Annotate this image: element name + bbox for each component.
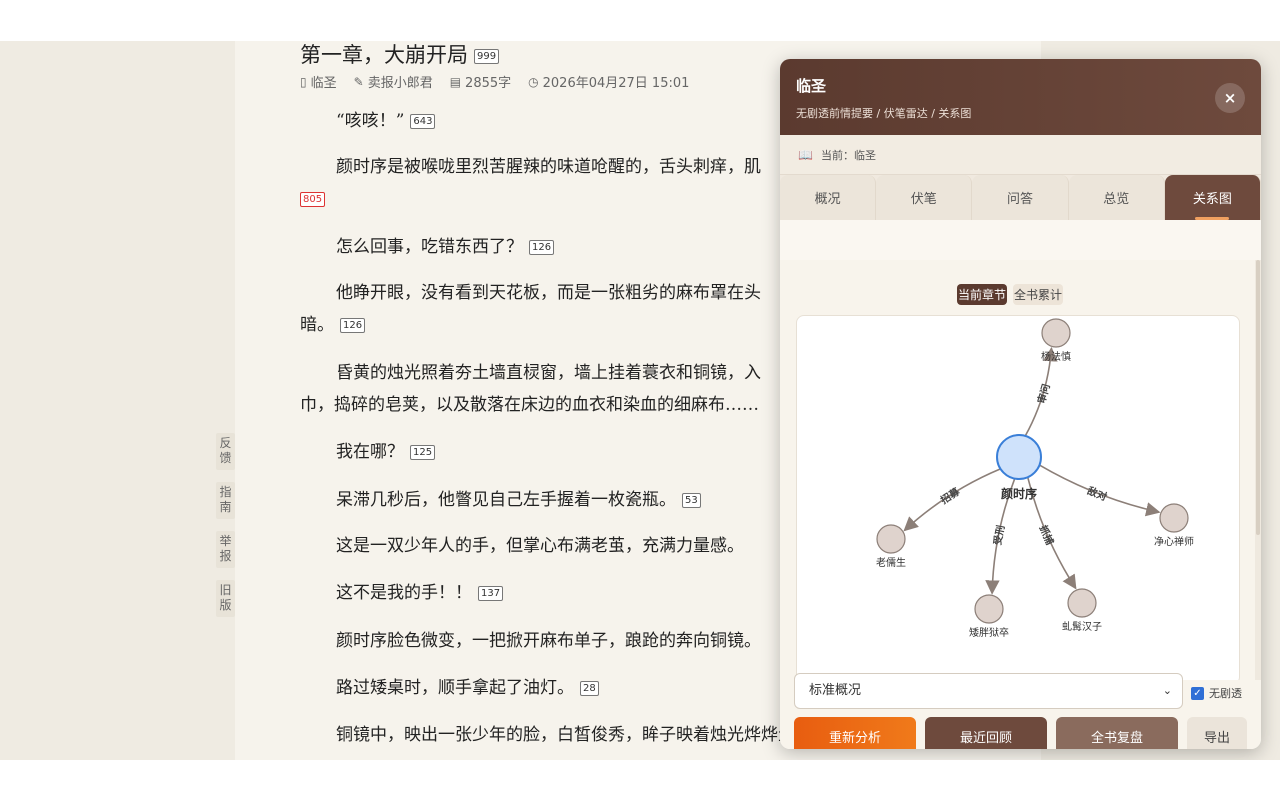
tab-qa[interactable]: 问答 [972,175,1069,220]
paragraph-text: 我在哪？ [336,442,404,462]
paragraph-text: 呆滞几秒后，他瞥见自己左手握着一枚瓷瓶。 [336,490,676,510]
character-name: 矮胖狱卒 [969,626,1009,639]
tab-relation-graph[interactable]: 关系图 [1164,175,1261,220]
tab-foreshadow[interactable]: 伏笔 [876,175,973,220]
comment-count-badge[interactable]: 126 [529,240,555,255]
relation-edge [1039,464,1161,517]
meta-author-text: 卖报小郎君 [367,76,433,91]
meta-words-text: 2855字 [465,76,512,91]
scrollbar-thumb[interactable] [1256,260,1260,535]
character-node[interactable] [1067,588,1097,618]
chapter-title: 第一章，大崩开局 999 [300,41,500,69]
summary-mode-select[interactable]: 标准概况 ⌄ [794,673,1183,709]
meta-date-text: 2026年04月27日 15:01 [542,76,690,91]
character-node[interactable] [876,524,906,554]
character-name: 净心禅师 [1154,535,1194,548]
recent-review-button[interactable]: 最近回顾 [925,717,1047,749]
comment-count-badge[interactable]: 125 [410,445,436,460]
paragraph-text: 昏黄的烛光照着夯土墙直棂窗，墙上挂着蓑衣和铜镜，入 [336,363,761,383]
meta-book-text: 临圣 [310,76,337,91]
paragraph-text: 颜时序脸色微变，一把掀开麻布单子，踉跄的奔向铜镜。 [336,631,761,651]
relation-graph: 审问敌对 招募受刑 抓捕 杨法慎净心禅师老儒生矮胖狱卒 虬髯汉子 颜时序 [796,315,1240,685]
relation-label: 敌对 [1086,484,1109,503]
center-character-name: 颜时序 [1001,486,1037,501]
paragraph-text: “咳咳！” [336,111,405,131]
book-open-icon: 📖 [798,147,813,162]
word-count-icon: ▤ [449,74,462,89]
character-name: 老儒生 [876,556,906,569]
panel-body: 当前章节 全书累计 审问敌对 招募受刑 抓捕 杨法慎净心禅师老儒生矮胖狱卒 虬髯汉子 颜… [780,260,1261,685]
character-name: 杨法慎 [1041,350,1071,363]
panel-header: 临圣 无剧透前情提要 / 伏笔雷达 / 关系图 × [780,59,1261,135]
paragraph-text: 他睁开眼，没有看到天花板，而是一张粗劣的麻布罩在头 [336,283,761,303]
panel-subtitle: 无剧透前情提要 / 伏笔雷达 / 关系图 [796,107,972,120]
relation-label: 受刑 [991,524,1008,546]
full-book-review-button[interactable]: 全书复盘 [1056,717,1178,749]
current-book-row: 📖 当前：临圣 [780,135,1261,175]
paragraph-text: 巾，捣碎的皂荚，以及散落在床边的血衣和染血的细麻布…… [300,395,759,415]
analysis-panel: 临圣 无剧透前情提要 / 伏笔雷达 / 关系图 × 📖 当前：临圣 概况 伏笔 … [780,59,1261,749]
export-button[interactable]: 导出 [1187,717,1247,749]
tab-summary[interactable]: 总览 [1068,175,1165,220]
panel-tabs: 概况 伏笔 问答 总览 关系图 [780,175,1261,220]
close-button[interactable]: × [1215,83,1245,113]
report-button[interactable]: 举报 [216,531,235,568]
side-toolbar: 反馈 指南 举报 旧版 [216,433,235,617]
tab-overview[interactable]: 概况 [780,175,877,220]
paragraph-text: 路过矮桌时，顺手拿起了油灯。 [336,678,574,698]
reanalyze-button[interactable]: 重新分析 [794,717,916,749]
relation-label: 审问 [1035,382,1053,405]
scope-current-chapter[interactable]: 当前章节 [957,284,1008,305]
character-name: 虬髯汉子 [1062,621,1102,633]
current-book-label: 当前：临圣 [820,148,876,162]
pen-icon: ✎ [353,74,364,89]
center-character-node[interactable] [996,434,1042,480]
comment-count-badge[interactable]: 53 [682,493,701,508]
clock-icon: ◷ [528,74,539,89]
checkbox-checked-icon[interactable]: ✓ [1191,686,1204,700]
no-spoiler-label: 无剧透 [1209,687,1242,700]
chapter-meta: ▯ 临圣 ✎ 卖报小郎君 ▤ 2855字 ◷ 2026年04月27日 15:01 [300,72,690,92]
chevron-down-icon: ⌄ [1162,684,1172,697]
no-spoiler-toggle[interactable]: ✓ 无剧透 [1191,685,1242,701]
comment-count-badge[interactable]: 137 [478,586,504,601]
character-node[interactable] [974,594,1004,624]
panel-title: 临圣 [796,77,827,95]
character-node[interactable] [1159,503,1189,533]
panel-scrollbar[interactable] [1255,260,1261,680]
scope-toggle: 当前章节 全书累计 [957,284,1064,305]
panel-footer: 标准概况 ⌄ ✓ 无剧透 重新分析 最近回顾 全书复盘 导出 [780,673,1261,749]
book-icon: ▯ [300,74,307,89]
paragraph-text: 怎么回事，吃错东西了？ [336,237,523,257]
guide-button[interactable]: 指南 [216,482,235,519]
comment-count-badge[interactable]: 643 [410,114,436,129]
meta-words: ▤ 2855字 [449,72,512,92]
paragraph-text: 这是一双少年人的手，但掌心布满老茧，充满力量感。 [336,536,744,556]
comment-count-badge[interactable]: 28 [580,681,599,696]
relation-label: 招募 [938,484,963,506]
old-version-button[interactable]: 旧版 [216,580,235,617]
summary-mode-value: 标准概况 [809,683,862,698]
chapter-title-text: 第一章，大崩开局 [300,43,468,67]
app-viewport: 第一章，大崩开局 999 ▯ 临圣 ✎ 卖报小郎君 ▤ 2855字 ◷ 2026年04月2… [0,41,1280,760]
comment-count-badge[interactable]: 999 [474,49,500,64]
feedback-button[interactable]: 反馈 [216,433,235,470]
paragraph-text: 这不是我的手！！ [336,583,472,603]
paragraph-text: 颜时序是被喉咙里烈苦腥辣的味道呛醒的，舌头刺痒，肌 [336,157,761,177]
comment-count-badge[interactable]: 805 [300,192,326,207]
character-node[interactable] [1041,318,1071,348]
relation-label: 抓捕 [1037,523,1057,547]
action-buttons: 重新分析 最近回顾 全书复盘 导出 [794,717,1247,749]
meta-author[interactable]: ✎ 卖报小郎君 [353,72,433,92]
meta-book[interactable]: ▯ 临圣 [300,72,337,92]
meta-date: ◷ 2026年04月27日 15:01 [528,72,690,92]
comment-count-badge[interactable]: 126 [340,318,366,333]
relation-graph-svg: 审问敌对 招募受刑 抓捕 杨法慎净心禅师老儒生矮胖狱卒 虬髯汉子 颜时序 [876,318,1194,639]
scope-whole-book[interactable]: 全书累计 [1013,284,1064,305]
paragraph-text: 暗。 [300,315,334,335]
